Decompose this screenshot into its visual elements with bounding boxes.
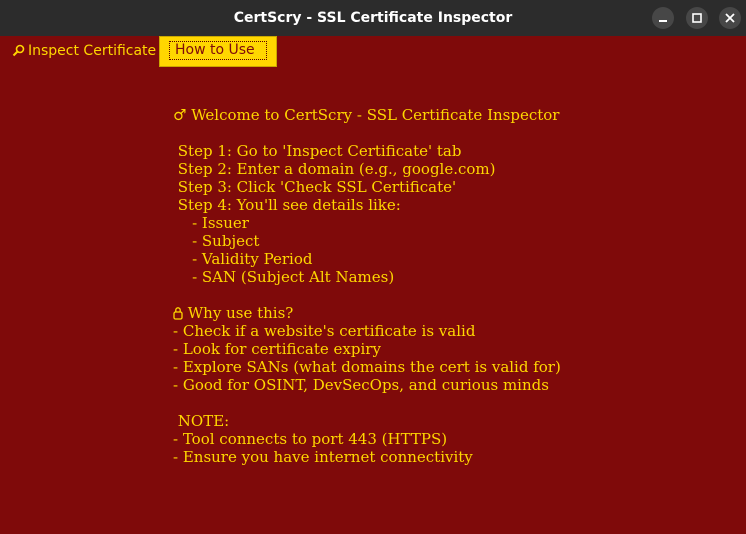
step-3: Step 3: Click 'Check SSL Certificate' <box>173 178 457 196</box>
minimize-icon <box>659 20 667 22</box>
tab-how-to-use[interactable]: How to Use <box>159 36 277 67</box>
tab-inspect-certificate-label: Inspect Certificate <box>28 43 157 59</box>
tab-inspect-certificate[interactable]: Inspect Certificate <box>4 38 156 67</box>
why-title: Why use this? <box>183 304 294 322</box>
maximize-button[interactable] <box>686 7 708 29</box>
maximize-icon <box>692 13 702 23</box>
step-1: Step 1: Go to 'Inspect Certificate' tab <box>173 142 462 160</box>
step-4: Step 4: You'll see details like: <box>173 196 401 214</box>
tab-how-to-use-label: How to Use <box>169 41 267 60</box>
window-title: CertScry - SSL Certificate Inspector <box>233 10 513 26</box>
help-text: ♂ Welcome to CertScry - SSL Certificate … <box>173 106 561 466</box>
why-1: - Check if a website's certificate is va… <box>173 322 476 340</box>
close-button[interactable] <box>719 7 741 29</box>
detail-issuer: - Issuer <box>173 214 249 232</box>
why-heading: Why use this? <box>173 304 561 322</box>
note-2: - Ensure you have internet connectivity <box>173 448 473 466</box>
note-1: - Tool connects to port 443 (HTTPS) <box>173 430 448 448</box>
welcome-line: ♂ Welcome to CertScry - SSL Certificate … <box>173 106 560 124</box>
why-2: - Look for certificate expiry <box>173 340 381 358</box>
main-window: Inspect Certificate How to Use ♂ Welcome… <box>0 36 746 534</box>
detail-subject: - Subject <box>173 232 260 250</box>
tab-bar: Inspect Certificate How to Use <box>0 36 746 67</box>
note-title: NOTE: <box>173 412 230 430</box>
title-bar: CertScry - SSL Certificate Inspector <box>0 0 746 36</box>
minimize-button[interactable] <box>652 7 674 29</box>
detail-san: - SAN (Subject Alt Names) <box>173 268 395 286</box>
close-icon <box>725 13 735 23</box>
why-4: - Good for OSINT, DevSecOps, and curious… <box>173 376 549 394</box>
why-3: - Explore SANs (what domains the cert is… <box>173 358 561 376</box>
lock-icon <box>173 307 183 320</box>
magnifier-icon <box>12 44 25 57</box>
detail-validity: - Validity Period <box>173 250 313 268</box>
step-2: Step 2: Enter a domain (e.g., google.com… <box>173 160 496 178</box>
